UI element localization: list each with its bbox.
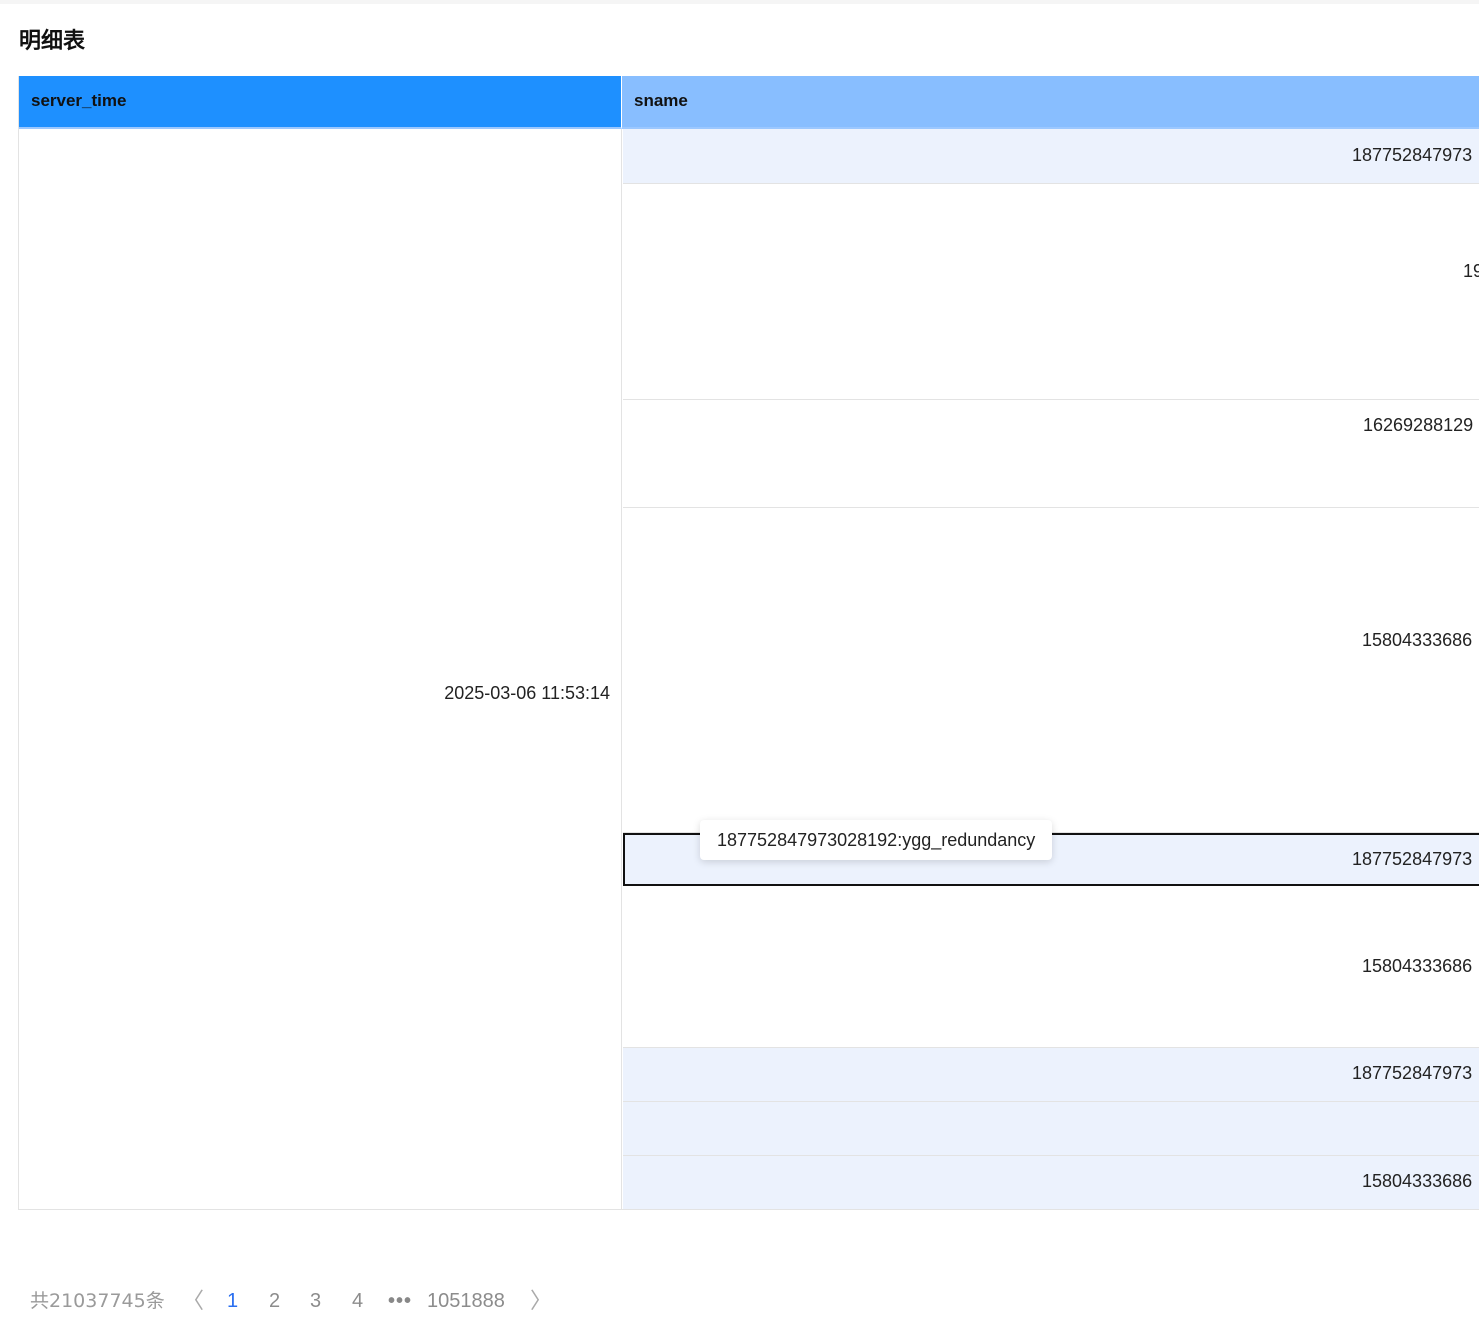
- page-3-button[interactable]: 3: [310, 1286, 321, 1316]
- page-last-button[interactable]: 1051888: [427, 1286, 505, 1316]
- table-row[interactable]: 15804333686: [623, 508, 1479, 833]
- page-title: 明细表: [19, 29, 86, 54]
- detail-card: 明细表 server_time sname 2025-03-06 11:53:1…: [0, 4, 1479, 1330]
- column-header-server-time[interactable]: server_time: [19, 76, 622, 129]
- table-row[interactable]: 15804333686: [623, 886, 1479, 1048]
- sname-cell: 19: [1463, 261, 1479, 281]
- cell-tooltip: 187752847973028192:ygg_redundancy: [700, 820, 1053, 860]
- sname-cell: 15804333686: [1362, 630, 1473, 650]
- sname-cell: 187752847973: [1352, 1063, 1473, 1083]
- table-row[interactable]: 187752847973: [623, 1048, 1479, 1102]
- pagination-total: 共21037745条: [30, 1290, 165, 1312]
- table-row[interactable]: 19: [623, 184, 1479, 400]
- sname-cell: 15804333686: [1362, 1171, 1473, 1191]
- sname-cell: 16269288129: [1363, 415, 1474, 435]
- chevron-left-icon[interactable]: 〈: [182, 1286, 204, 1316]
- server-time-merged-cell[interactable]: 2025-03-06 11:53:14: [19, 129, 622, 1209]
- table-row[interactable]: [623, 1102, 1479, 1156]
- server-time-value: 2025-03-06 11:53:14: [444, 683, 610, 703]
- page-4-button[interactable]: 4: [352, 1286, 363, 1316]
- table-row[interactable]: 15804333686: [623, 1156, 1479, 1209]
- table-row[interactable]: 16269288129: [623, 400, 1479, 508]
- sname-cell: 187752847973: [1352, 145, 1473, 165]
- detail-table: server_time sname 2025-03-06 11:53:14 18…: [18, 76, 1479, 1210]
- table-row[interactable]: 187752847973: [623, 129, 1479, 184]
- column-header-sname[interactable]: sname: [622, 76, 1479, 129]
- chevron-right-icon[interactable]: 〉: [530, 1286, 552, 1316]
- sname-cell: 187752847973: [1352, 849, 1473, 869]
- pagination-ellipsis[interactable]: •••: [388, 1286, 412, 1316]
- page-1-button[interactable]: 1: [227, 1286, 238, 1316]
- sname-cell: 15804333686: [1362, 956, 1473, 976]
- page-2-button[interactable]: 2: [269, 1286, 280, 1316]
